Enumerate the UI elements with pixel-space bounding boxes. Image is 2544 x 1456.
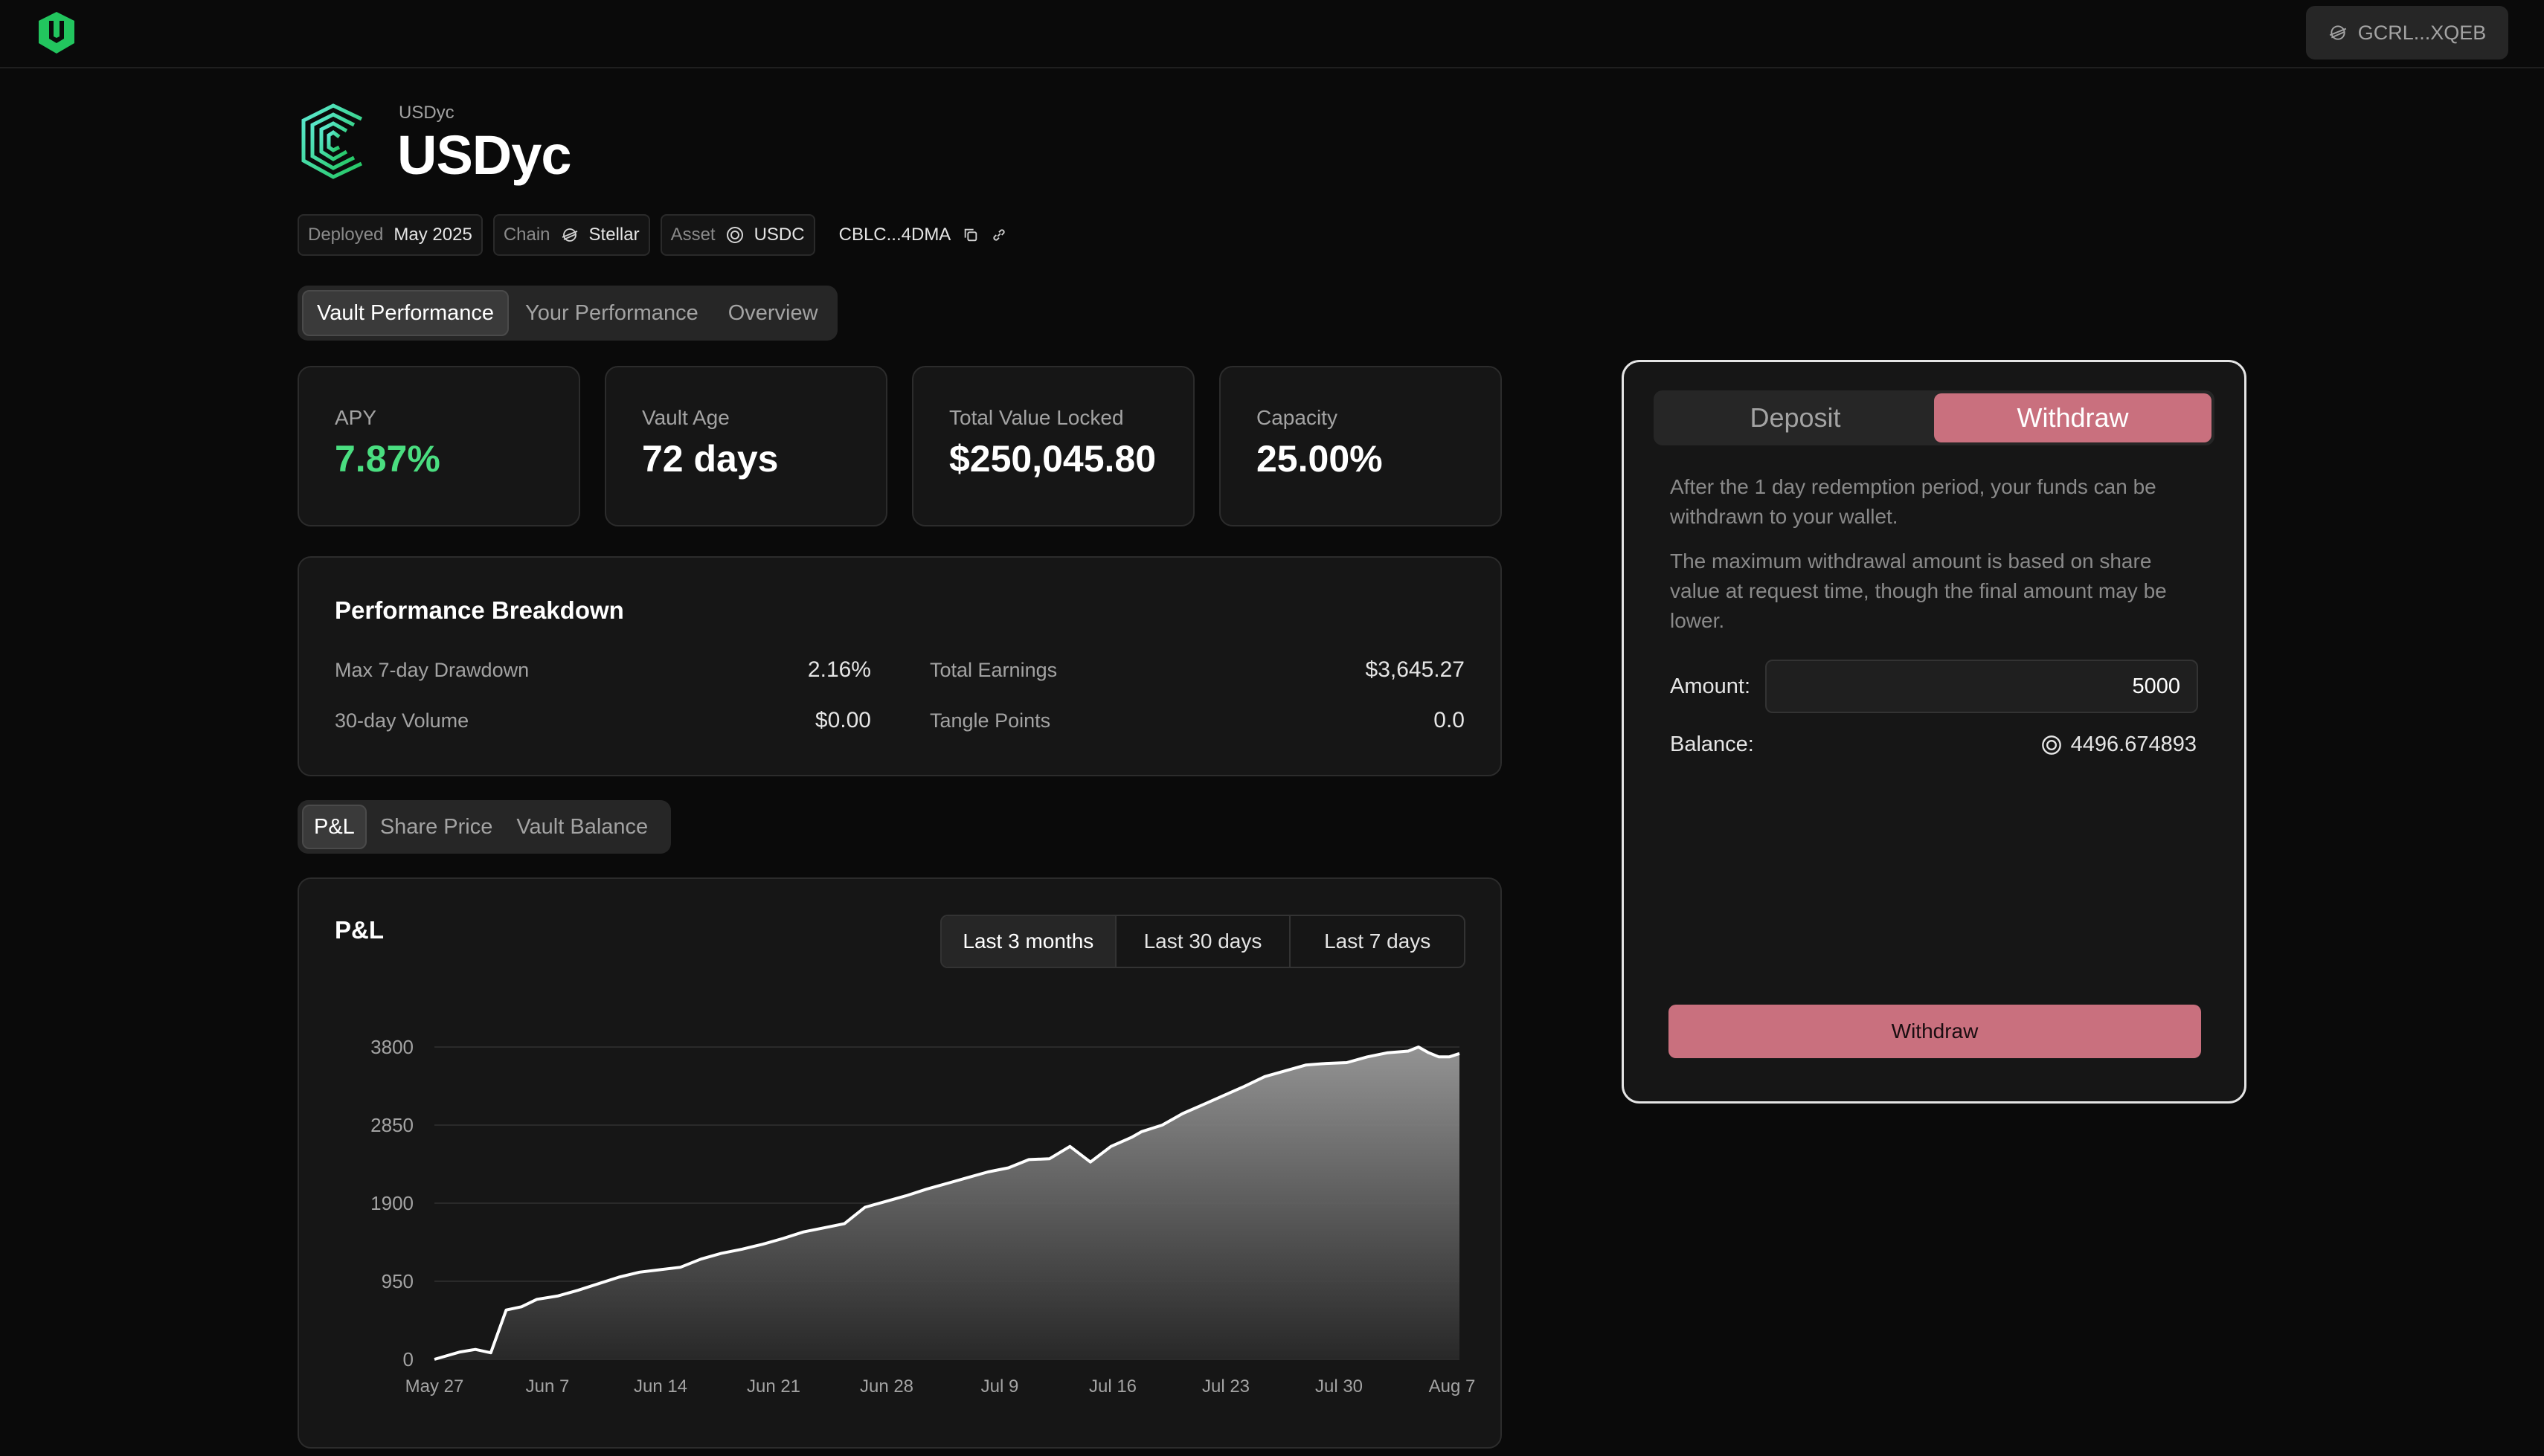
usdc-icon (2041, 735, 2061, 755)
asset-label: Asset (670, 225, 716, 245)
deployed-value: May 2025 (394, 225, 472, 245)
tangle-points-value: 0.0 (1433, 708, 1465, 732)
balance-label: Balance: (1670, 732, 1754, 756)
stat-label: Capacity (1256, 406, 1337, 429)
pnl-chart: 0 950 1900 2850 3800 May 27 Jun 7 Jun 14 Jun 21 J… (370, 1036, 1476, 1397)
deposit-withdraw-toggle: Deposit Withdraw (1654, 390, 2214, 445)
stat-value: 25.00% (1256, 438, 1383, 480)
withdraw-button[interactable]: Withdraw (1668, 1005, 2201, 1058)
tab-withdraw[interactable]: Withdraw (1934, 393, 2211, 442)
stat-label: Total Value Locked (949, 406, 1124, 429)
y-tick-label: 3800 (370, 1036, 414, 1058)
stat-value: 7.87% (335, 438, 440, 480)
balance-amount: 4496.674893 (2070, 732, 2197, 756)
amount-label: Amount: (1670, 674, 1750, 698)
x-tick-label: Jun 7 (526, 1376, 570, 1397)
deployed-chip: Deployed May 2025 (298, 214, 483, 256)
pnl-chart-card: P&L Last 3 months Last 30 days Last 7 da… (298, 877, 1502, 1449)
contract-address-text: CBLC...4DMA (838, 225, 951, 245)
volume-value: $0.00 (815, 708, 871, 732)
stat-card-vault-age: Vault Age 72 days (605, 366, 887, 526)
stellar-icon (562, 228, 577, 242)
x-tick-label: Jun 21 (747, 1376, 800, 1397)
tab-deposit[interactable]: Deposit (1657, 393, 1934, 442)
stellar-icon (2329, 25, 2346, 40)
stat-label: Vault Age (642, 406, 730, 429)
stat-card-capacity: Capacity 25.00% (1219, 366, 1502, 526)
tab-pnl[interactable]: P&L (302, 805, 367, 849)
vault-subtitle: USDyc (399, 103, 454, 123)
stat-card-tvl: Total Value Locked $250,045.80 (912, 366, 1195, 526)
x-tick-label: Jul 9 (981, 1376, 1019, 1397)
deployed-label: Deployed (308, 225, 384, 245)
tab-share-price[interactable]: Share Price (370, 805, 504, 849)
y-tick-label: 1900 (370, 1192, 414, 1214)
redemption-info: After the 1 day redemption period, your … (1670, 475, 2156, 528)
balance-value: 4496.674893 (2041, 732, 2197, 757)
x-tick-label: Aug 7 (1429, 1376, 1476, 1397)
chain-chip: Chain Stellar (492, 214, 650, 256)
link-icon[interactable] (991, 227, 1007, 243)
performance-breakdown-card: Performance Breakdown Max 7-day Drawdown… (298, 556, 1502, 776)
total-earnings-value: $3,645.27 (1365, 657, 1465, 682)
max-drawdown-value: 2.16% (807, 657, 871, 682)
vault-logo-icon (298, 103, 369, 180)
x-tick-label: Jul 30 (1315, 1376, 1363, 1397)
stat-card-apy: APY 7.87% (298, 366, 580, 526)
x-tick-label: Jun 28 (860, 1376, 913, 1397)
tangle-points-label: Tangle Points (930, 709, 1051, 732)
tab-vault-performance[interactable]: Vault Performance (302, 290, 510, 336)
tab-your-performance[interactable]: Your Performance (512, 290, 712, 336)
asset-value: USDC (754, 225, 805, 245)
wallet-button[interactable]: GCRL...XQEB (2306, 6, 2508, 59)
stat-value: $250,045.80 (949, 438, 1157, 480)
volume-label: 30-day Volume (335, 709, 469, 732)
y-tick-label: 2850 (370, 1114, 414, 1136)
x-tick-label: Jul 16 (1089, 1376, 1137, 1397)
asset-chip: Asset USDC (660, 214, 815, 256)
chain-label: Chain (503, 225, 550, 245)
wallet-address: GCRL...XQEB (2357, 21, 2487, 44)
main-tabs: Vault Performance Your Performance Overv… (298, 286, 838, 341)
y-tick-label: 950 (382, 1270, 414, 1292)
tab-overview[interactable]: Overview (715, 290, 832, 336)
stat-value: 72 days (642, 438, 779, 480)
amount-input[interactable] (1765, 660, 2198, 713)
top-bar: GCRL...XQEB (0, 0, 2544, 68)
app-logo-icon[interactable] (33, 9, 80, 57)
vault-meta: Deployed May 2025 Chain Stellar Asset US… (298, 214, 1007, 256)
vault-title: USDyc (397, 124, 572, 186)
chart-tabs: P&L Share Price Vault Balance (298, 800, 671, 854)
chain-value: Stellar (588, 225, 640, 245)
copy-icon[interactable] (963, 227, 979, 243)
y-tick-label: 0 (403, 1348, 414, 1370)
x-tick-label: Jul 23 (1202, 1376, 1250, 1397)
usdc-icon (726, 227, 743, 243)
contract-address: CBLC...4DMA (826, 225, 1008, 245)
tab-vault-balance[interactable]: Vault Balance (506, 805, 658, 849)
deposit-withdraw-panel: Deposit Withdraw After the 1 day redempt… (1622, 360, 2246, 1104)
total-earnings-label: Total Earnings (930, 659, 1058, 681)
withdrawal-note: The maximum withdrawal amount is based o… (1670, 550, 2167, 632)
stat-label: APY (335, 406, 377, 429)
max-drawdown-label: Max 7-day Drawdown (335, 659, 530, 681)
x-tick-label: Jun 14 (634, 1376, 687, 1397)
performance-breakdown-title: Performance Breakdown (335, 596, 624, 624)
x-tick-label: May 27 (405, 1376, 464, 1397)
